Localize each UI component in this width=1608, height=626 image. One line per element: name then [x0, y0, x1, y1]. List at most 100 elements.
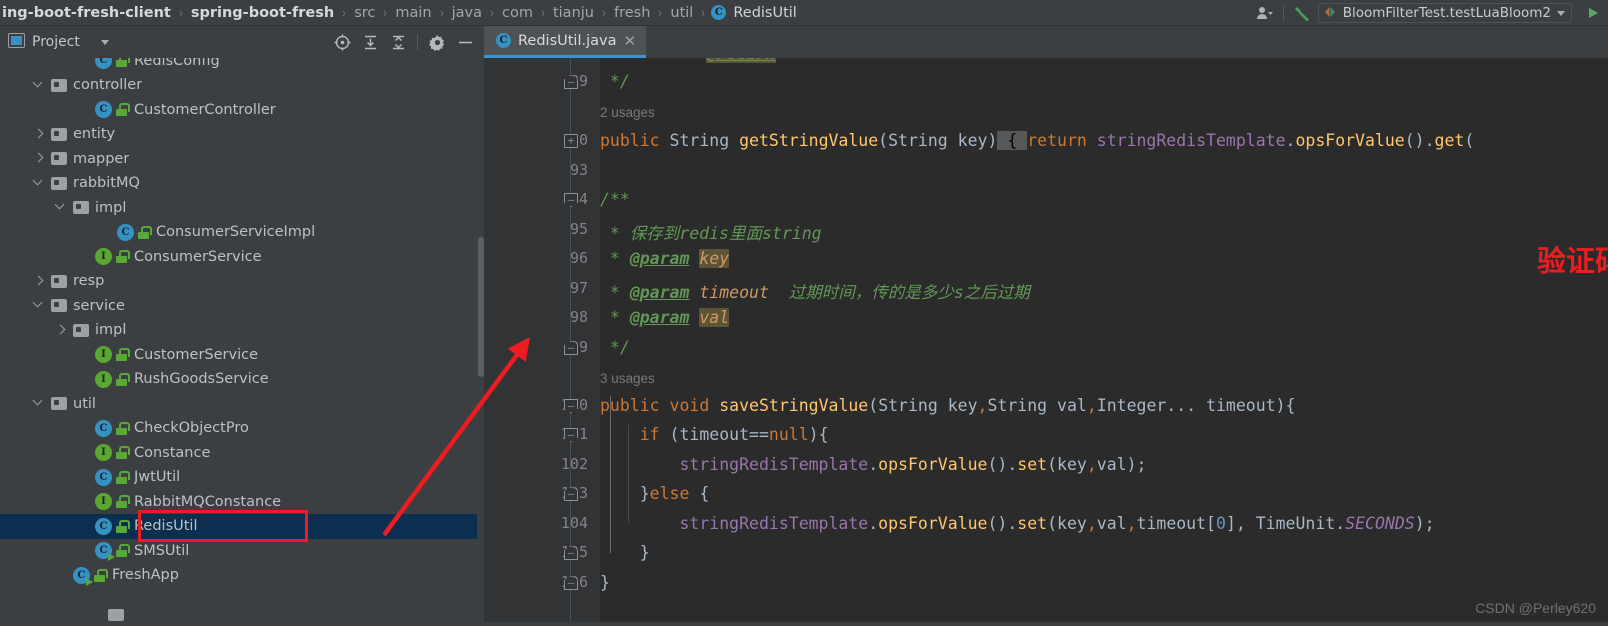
- chevron-right-icon[interactable]: [34, 153, 45, 164]
- tree-item-util[interactable]: util: [0, 391, 484, 416]
- user-account-icon[interactable]: [1249, 0, 1279, 26]
- indent-guide: [628, 425, 629, 523]
- code-line[interactable]: stringRedisTemplate.opsForValue().set(ke…: [600, 514, 1435, 533]
- chevron-down-icon[interactable]: [101, 40, 109, 45]
- code-line[interactable]: */: [600, 338, 630, 357]
- tree-item-impl[interactable]: impl: [0, 318, 484, 343]
- select-opened-file-icon[interactable]: [329, 29, 355, 55]
- usages-inlay-hint[interactable]: 3 usages: [600, 371, 655, 386]
- class-c-icon: C: [95, 518, 112, 535]
- tree-item-checkobjectpro[interactable]: CCheckObjectPro: [0, 416, 484, 441]
- code-line[interactable]: if (timeout==null){: [600, 425, 829, 444]
- tree-item-label: rabbitMQ: [73, 175, 140, 191]
- tab-label: RedisUtil.java: [518, 33, 616, 49]
- unlocked-padlock-icon: [115, 422, 128, 435]
- line-number: 98: [570, 308, 588, 326]
- breadcrumb-item-6[interactable]: tianju: [551, 5, 596, 21]
- project-panel-buttons: [329, 29, 484, 55]
- breadcrumb-item-4[interactable]: java: [450, 5, 484, 21]
- code-line[interactable]: }: [600, 573, 610, 592]
- tree-item-label: entity: [73, 126, 115, 142]
- code-line[interactable]: stringRedisTemplate.opsForValue().set(ke…: [600, 455, 1146, 474]
- hide-panel-icon[interactable]: [452, 29, 478, 55]
- tree-item-constance[interactable]: IConstance: [0, 440, 484, 465]
- unlocked-padlock-icon: [115, 348, 128, 361]
- chevron-down-icon[interactable]: [56, 202, 67, 213]
- expand-all-icon[interactable]: [357, 29, 383, 55]
- unlocked-padlock-icon: [115, 58, 128, 67]
- code-line[interactable]: public void saveStringValue(String key,S…: [600, 396, 1295, 415]
- chevron-right-icon[interactable]: [34, 276, 45, 287]
- project-window-icon: [8, 33, 25, 52]
- tree-item-freshapp[interactable]: CFreshApp: [0, 563, 484, 588]
- tree-item-rabbitmqconstance[interactable]: IRabbitMQConstance: [0, 489, 484, 514]
- breadcrumb-item-8[interactable]: util: [668, 5, 695, 21]
- class-runnable-icon: C: [95, 542, 112, 559]
- tree-item-label: CustomerController: [134, 102, 276, 118]
- tree-item-resp[interactable]: resp: [0, 269, 484, 294]
- folder-icon: [51, 152, 67, 165]
- class-c-icon: C: [496, 33, 511, 48]
- code-line[interactable]: }: [600, 543, 650, 562]
- tree-item-customercontroller[interactable]: CCustomerController: [0, 97, 484, 122]
- code-line[interactable]: * 保存到redis里面string: [600, 220, 822, 244]
- tree-item-smsutil[interactable]: CSMSUtil: [0, 538, 484, 563]
- settings-gear-icon[interactable]: [424, 29, 450, 55]
- tree-item-controller[interactable]: controller: [0, 73, 484, 98]
- tree-item-label: CheckObjectPro: [134, 420, 249, 436]
- breadcrumb-item-0[interactable]: ing-boot-fresh-client: [0, 5, 173, 21]
- breadcrumb-item-1[interactable]: spring-boot-fresh: [189, 5, 336, 21]
- tree-item-label: RedisConfig: [134, 58, 220, 69]
- tree-item-rabbitmq[interactable]: rabbitMQ: [0, 171, 484, 196]
- chevron-down-icon[interactable]: [34, 80, 45, 91]
- breadcrumb-item-5[interactable]: com: [500, 5, 535, 21]
- tree-item-customerservice[interactable]: ICustomerService: [0, 342, 484, 367]
- breadcrumb-item-9[interactable]: RedisUtil: [731, 5, 799, 21]
- tree-item-mapper[interactable]: mapper: [0, 146, 484, 171]
- code-line[interactable]: /**: [600, 190, 630, 209]
- close-icon[interactable]: ✕: [623, 32, 636, 50]
- code-line[interactable]: }else {: [600, 484, 709, 503]
- tree-item-impl[interactable]: impl: [0, 195, 484, 220]
- code-line[interactable]: * @param val: [600, 308, 729, 327]
- code-line[interactable]: public String getStringValue(String key)…: [600, 131, 1474, 150]
- run-play-icon[interactable]: [1578, 0, 1608, 26]
- code-editor[interactable]: 89–90+9394–9596979899–100–101–102103–104…: [484, 58, 1608, 622]
- editor-gutter[interactable]: 89–90+9394–9596979899–100–101–102103–104…: [484, 58, 600, 622]
- tree-item-jwtutil[interactable]: CJwtUtil: [0, 465, 484, 490]
- class-c-icon: C: [117, 224, 134, 241]
- breadcrumb-separator: ›: [436, 4, 447, 22]
- chevron-down-icon[interactable]: [34, 178, 45, 189]
- code-line[interactable]: */: [600, 72, 630, 91]
- code-line[interactable]: * @param key: [600, 249, 729, 268]
- tree-item-service[interactable]: service: [0, 293, 484, 318]
- folder-icon: [51, 275, 67, 288]
- chevron-down-icon[interactable]: [34, 300, 45, 311]
- tree-item-label: RushGoodsService: [134, 371, 269, 387]
- breadcrumb-item-3[interactable]: main: [393, 5, 433, 21]
- run-configuration-selector[interactable]: BloomFilterTest.testLuaBloom2: [1318, 3, 1572, 23]
- chevron-right-icon[interactable]: [56, 325, 67, 336]
- tree-item-rushgoodsservice[interactable]: IRushGoodsService: [0, 367, 484, 392]
- project-tree[interactable]: CRedisConfigcontrollerCCustomerControlle…: [0, 58, 484, 622]
- chevron-down-icon[interactable]: [34, 398, 45, 409]
- project-title-group[interactable]: Project: [0, 33, 109, 52]
- line-number: 93: [570, 161, 588, 179]
- code-line[interactable]: * @param timeout 过期时间，传的是多少s之后过期: [600, 279, 1030, 303]
- unlocked-padlock-icon: [115, 250, 128, 263]
- breadcrumb-item-7[interactable]: fresh: [612, 5, 652, 21]
- build-hammer-icon[interactable]: [1288, 0, 1318, 26]
- tab-redisutil-java[interactable]: C RedisUtil.java ✕: [484, 26, 646, 58]
- tree-item-redisconfig[interactable]: CRedisConfig: [0, 58, 484, 73]
- chevron-right-icon[interactable]: [34, 129, 45, 140]
- unlocked-padlock-icon: [115, 471, 128, 484]
- usages-inlay-hint[interactable]: 2 usages: [600, 105, 655, 120]
- tree-item-label: ConsumerServiceImpl: [156, 224, 315, 240]
- tree-item-consumerserviceimpl[interactable]: C ConsumerServiceImpl: [0, 220, 484, 245]
- tree-item-consumerservice[interactable]: IConsumerService: [0, 244, 484, 269]
- collapse-all-icon[interactable]: [385, 29, 411, 55]
- tree-item-redisutil[interactable]: CRedisUtil: [0, 514, 484, 539]
- tree-item-entity[interactable]: entity: [0, 122, 484, 147]
- breadcrumb-item-2[interactable]: src: [352, 5, 377, 21]
- code-fold-plus-icon[interactable]: +: [564, 134, 578, 148]
